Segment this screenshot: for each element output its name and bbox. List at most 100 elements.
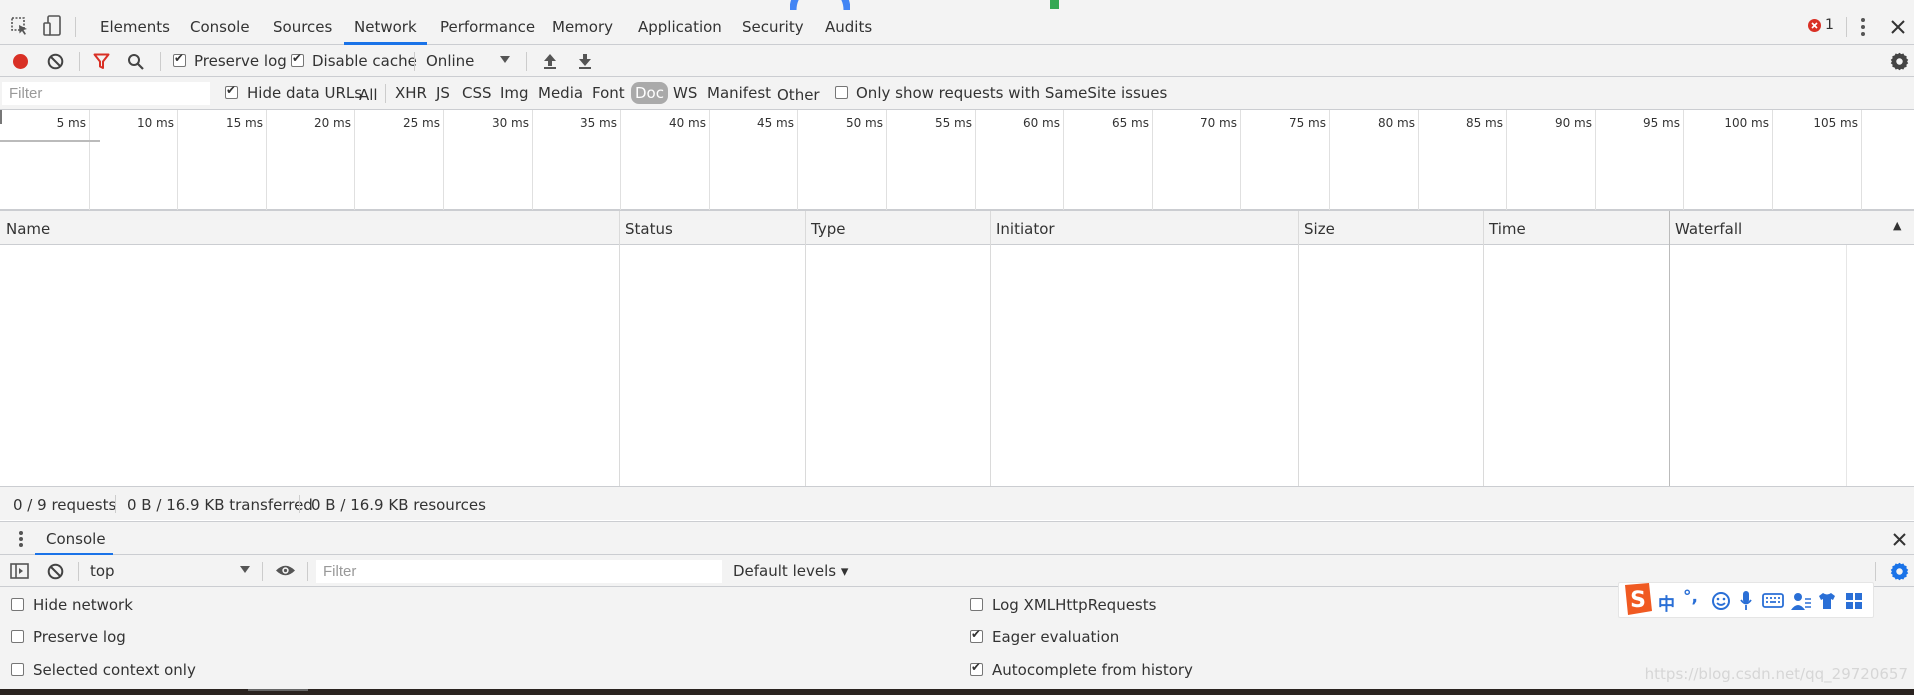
filter-input[interactable] [2, 82, 210, 105]
close-drawer-icon[interactable] [1893, 533, 1906, 546]
record-icon[interactable] [12, 53, 29, 70]
more-options-icon[interactable] [1860, 17, 1866, 37]
hide-network-label[interactable]: Hide network [33, 595, 133, 615]
microphone-icon[interactable] [1739, 590, 1753, 612]
tab-elements[interactable]: Elements [100, 0, 170, 45]
timeline-gridline [1595, 110, 1596, 210]
disable-cache-label[interactable]: Disable cache [312, 51, 417, 71]
samesite-checkbox[interactable] [835, 86, 848, 99]
samesite-label[interactable]: Only show requests with SameSite issues [856, 83, 1167, 103]
column-divider[interactable] [990, 211, 991, 487]
error-count[interactable]: 1 [1825, 17, 1834, 33]
console-filter-input[interactable] [316, 560, 722, 583]
column-header-waterfall[interactable]: Waterfall [1675, 220, 1742, 238]
type-filter-ws[interactable]: WS [673, 83, 697, 103]
column-divider[interactable] [1298, 211, 1299, 487]
tab-application[interactable]: Application [638, 0, 722, 45]
shirt-icon[interactable] [1817, 591, 1837, 611]
log-xhr-checkbox[interactable] [970, 598, 983, 611]
tab-sources[interactable]: Sources [273, 0, 332, 45]
type-filter-doc[interactable]: Doc [631, 82, 668, 104]
type-filter-xhr[interactable]: XHR [395, 83, 427, 103]
column-divider[interactable] [805, 211, 806, 487]
chevron-down-icon[interactable] [240, 566, 250, 574]
sort-ascending-icon[interactable]: ▲ [1893, 219, 1901, 232]
user-skin-icon[interactable] [1790, 591, 1812, 611]
timeline-selection-bar[interactable] [0, 140, 100, 142]
autocomplete-history-label[interactable]: Autocomplete from history [992, 660, 1193, 680]
chinese-mode-label[interactable]: 中 [1658, 590, 1675, 615]
throttling-select[interactable]: Online [426, 51, 474, 71]
network-settings-gear-icon[interactable] [1890, 52, 1909, 71]
disable-cache-checkbox[interactable] [291, 51, 304, 67]
clear-icon[interactable] [47, 53, 64, 70]
type-filter-css[interactable]: CSS [462, 83, 492, 103]
column-header-status[interactable]: Status [625, 220, 673, 238]
timeline-tick-label: 40 ms [668, 116, 706, 130]
filter-icon[interactable] [93, 53, 110, 70]
selected-context-checkbox[interactable] [11, 663, 24, 676]
timeline-gridline [443, 110, 444, 210]
autocomplete-history-checkbox[interactable] [970, 660, 983, 676]
type-filter-media[interactable]: Media [538, 83, 583, 103]
drawer-menu-icon[interactable] [18, 530, 24, 548]
timeline-tick-label: 10 ms [136, 116, 174, 130]
console-preserve-log-label[interactable]: Preserve log [33, 627, 126, 647]
watermark-text: https://blog.csdn.net/qq_29720657 [1644, 665, 1908, 683]
tab-network[interactable]: Network [344, 0, 427, 45]
error-icon[interactable] [1808, 19, 1821, 32]
punctuation-mode-label[interactable]: °, [1683, 587, 1698, 607]
eager-evaluation-label[interactable]: Eager evaluation [992, 627, 1119, 647]
drawer-tab-console[interactable]: Console [46, 530, 106, 548]
sogou-logo-icon[interactable]: S [1619, 581, 1655, 619]
separator [307, 562, 308, 581]
device-toolbar-icon[interactable] [43, 15, 61, 37]
network-overview-timeline[interactable]: 5 ms 10 ms 15 ms 20 ms 25 ms 30 ms 35 ms 40 ms 4… [0, 110, 1914, 210]
eager-evaluation-checkbox[interactable] [970, 627, 983, 643]
timeline-tick-label: 25 ms [402, 116, 440, 130]
column-header-size[interactable]: Size [1304, 220, 1335, 238]
type-filter-other[interactable]: Other [777, 85, 820, 105]
tab-console[interactable]: Console [190, 0, 250, 45]
type-filter-all[interactable]: All [359, 85, 378, 105]
tab-memory[interactable]: Memory [552, 0, 613, 45]
clear-console-icon[interactable] [47, 563, 64, 580]
timeline-tick-label: 80 ms [1377, 116, 1415, 130]
live-expression-eye-icon[interactable] [275, 564, 296, 577]
preserve-log-checkbox[interactable] [173, 51, 186, 67]
preserve-log-label[interactable]: Preserve log [194, 51, 287, 71]
type-filter-font[interactable]: Font [592, 83, 625, 103]
column-divider[interactable] [1483, 211, 1484, 487]
keyboard-icon[interactable] [1762, 593, 1784, 608]
selected-context-label[interactable]: Selected context only [33, 660, 196, 680]
export-har-icon[interactable] [578, 53, 592, 69]
emoji-icon[interactable] [1711, 591, 1731, 611]
console-settings-gear-icon[interactable] [1890, 562, 1909, 581]
column-header-type[interactable]: Type [811, 220, 845, 238]
log-levels-select[interactable]: Default levels ▾ [733, 561, 848, 581]
search-icon[interactable] [127, 53, 144, 70]
column-divider[interactable] [1669, 211, 1670, 487]
hide-data-urls-checkbox[interactable] [225, 83, 238, 99]
tab-performance[interactable]: Performance [440, 0, 535, 45]
separator [526, 52, 527, 71]
toolbox-grid-icon[interactable] [1845, 592, 1863, 610]
type-filter-manifest[interactable]: Manifest [707, 83, 771, 103]
log-xhr-label[interactable]: Log XMLHttpRequests [992, 595, 1156, 615]
close-devtools-icon[interactable] [1891, 20, 1905, 34]
type-filter-js[interactable]: JS [436, 83, 450, 103]
context-select[interactable]: top [90, 561, 115, 581]
column-divider[interactable] [619, 211, 620, 487]
console-preserve-log-checkbox[interactable] [11, 630, 24, 643]
ime-toolbar[interactable]: S 中 °, [1618, 582, 1874, 618]
chevron-down-icon[interactable] [500, 56, 510, 64]
hide-data-urls-label[interactable]: Hide data URLs [247, 83, 362, 103]
inspect-element-icon[interactable] [10, 16, 30, 36]
type-filter-img[interactable]: Img [500, 83, 529, 103]
column-header-initiator[interactable]: Initiator [996, 220, 1055, 238]
column-header-time[interactable]: Time [1489, 220, 1526, 238]
hide-network-checkbox[interactable] [11, 598, 24, 611]
console-sidebar-icon[interactable] [10, 563, 29, 579]
column-header-name[interactable]: Name [6, 220, 50, 238]
import-har-icon[interactable] [543, 53, 557, 69]
